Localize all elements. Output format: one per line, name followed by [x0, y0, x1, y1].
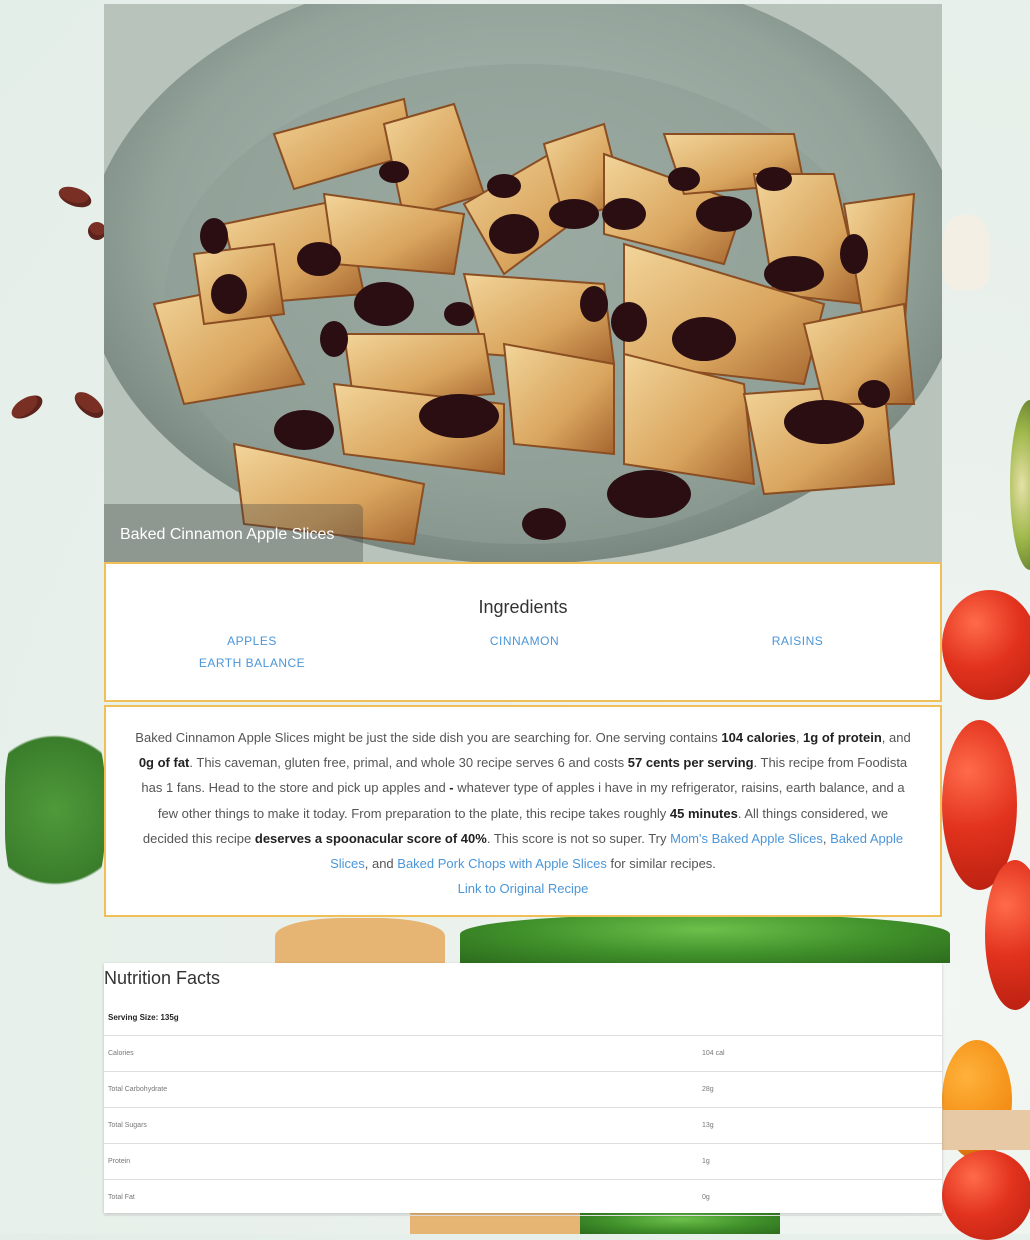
nutrient-value: 28g	[698, 1071, 942, 1108]
table-row: Total Carbohydrate 28g	[104, 1071, 942, 1108]
nutrient-label: Total Carbohydrate	[104, 1071, 698, 1108]
bean-decoration	[70, 387, 108, 423]
bread-decoration	[410, 1213, 580, 1234]
summary-text: . This score is not so super. Try	[486, 830, 671, 846]
ingredient-link-apples[interactable]: APPLES	[106, 630, 398, 652]
similar-recipe-link[interactable]: Baked Pork Chops with Apple Slices	[397, 856, 607, 871]
crate-decoration	[942, 1110, 1030, 1150]
parsley-decoration	[5, 700, 105, 920]
bean-decoration	[7, 390, 47, 424]
ingredient-link-raisins[interactable]: RAISINS	[651, 630, 944, 652]
avocado-decoration	[1010, 400, 1030, 570]
bread-decoration	[275, 918, 445, 963]
nutrient-label: Protein	[104, 1143, 698, 1180]
lettuce-decoration	[580, 1213, 780, 1234]
summary-calories: 104 calories	[721, 730, 796, 745]
nutrient-label: Calories	[104, 1036, 698, 1072]
summary-protein: 1g of protein	[803, 730, 882, 745]
table-row: Total Sugars 13g	[104, 1107, 942, 1144]
summary-text: Baked Cinnamon Apple Slices might be jus…	[135, 730, 722, 745]
summary-text: ,	[795, 730, 804, 745]
summary-cost: 57 cents per serving	[627, 755, 754, 771]
bean-decoration	[55, 182, 95, 212]
nutrient-value: 104 cal	[698, 1036, 942, 1072]
table-row: Total Fat 0g	[104, 1179, 942, 1216]
tomato-decoration	[942, 1150, 1030, 1240]
tomato-decoration	[942, 590, 1030, 700]
nutrition-table: Calories 104 cal Total Carbohydrate 28g …	[104, 1036, 942, 1216]
summary-text: , and	[364, 856, 398, 872]
nutrient-label: Total Fat	[104, 1179, 698, 1216]
summary-time: 45 minutes	[669, 805, 738, 821]
tomato-decoration	[942, 720, 1017, 890]
similar-recipe-link[interactable]: Mom's Baked Apple Slices	[670, 831, 823, 846]
nutrition-heading: Nutrition Facts	[104, 968, 221, 988]
table-row: Calories 104 cal	[104, 1036, 942, 1072]
nutrient-label: Total Sugars	[104, 1107, 698, 1144]
recipe-hero-image: Baked Cinnamon Apple Slices	[104, 4, 942, 562]
tomato-decoration	[942, 1040, 1012, 1160]
table-row: Protein 1g	[104, 1143, 942, 1180]
summary-text: . This caveman, gluten free, primal, and…	[189, 755, 628, 771]
original-recipe-link[interactable]: Link to Original Recipe	[458, 881, 589, 896]
recipe-title: Baked Cinnamon Apple Slices	[104, 504, 363, 562]
mushroom-decoration	[942, 215, 990, 290]
ingredients-panel: Ingredients APPLES CINNAMON RAISINS EART…	[104, 562, 942, 702]
tomato-decoration	[985, 860, 1030, 1010]
lettuce-decoration	[460, 915, 950, 963]
summary-text: , and	[881, 730, 911, 745]
nutrition-facts-panel: Nutrition Facts Serving Size: 135g Calor…	[104, 963, 942, 1216]
summary-text: for similar recipes.	[606, 856, 716, 872]
ingredient-link-cinnamon[interactable]: CINNAMON	[398, 630, 651, 652]
summary-fat: 0g of fat	[138, 755, 190, 771]
serving-size: Serving Size: 135g	[104, 991, 942, 1036]
ingredients-heading: Ingredients	[478, 597, 568, 617]
nutrient-value: 13g	[698, 1107, 942, 1144]
nutrient-value: 1g	[698, 1143, 942, 1180]
ingredients-list: APPLES CINNAMON RAISINS EARTH BALANCE	[106, 630, 940, 674]
nutrient-value: 0g	[698, 1179, 942, 1216]
ingredient-link-earth-balance[interactable]: EARTH BALANCE	[106, 652, 398, 674]
summary-score: deserves a spoonacular score of 40%	[254, 830, 487, 846]
food-photo	[104, 4, 942, 562]
recipe-summary: Baked Cinnamon Apple Slices might be jus…	[104, 705, 942, 917]
